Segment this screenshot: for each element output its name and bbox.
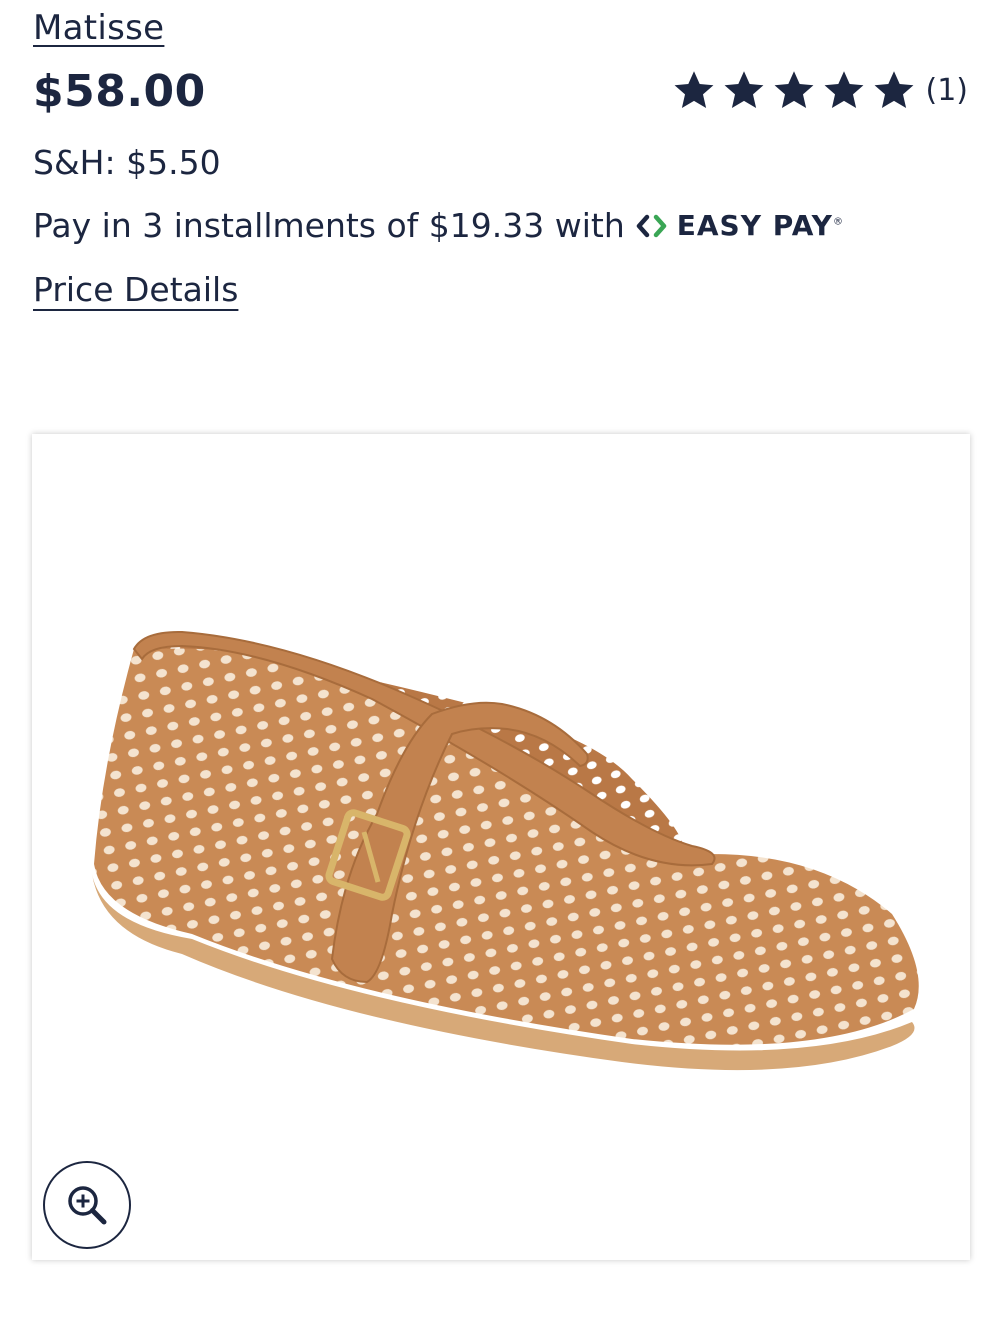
shipping-handling: S&H: $5.50	[33, 143, 221, 182]
review-count[interactable]: (1)	[926, 73, 969, 108]
product-rating[interactable]: (1)	[672, 68, 969, 112]
product-price: $58.00	[33, 66, 206, 117]
price-details-link[interactable]: Price Details	[33, 270, 238, 309]
easy-pay-chevrons-icon	[636, 214, 666, 237]
product-image-shoe[interactable]	[32, 434, 970, 1260]
star-icon	[824, 71, 863, 108]
installments-info: Pay in 3 installments of $19.33 with EAS…	[33, 206, 844, 245]
brand-link[interactable]: Matisse	[33, 8, 164, 48]
star-icon	[874, 71, 913, 108]
star-icon	[774, 71, 813, 108]
product-image-card[interactable]	[32, 434, 970, 1260]
rating-stars	[672, 68, 916, 112]
star-icon	[724, 71, 763, 108]
installments-text: Pay in 3 installments of $19.33 with	[33, 206, 625, 245]
star-icon	[674, 71, 713, 108]
easy-pay-logo: EASY PAY®	[635, 209, 844, 242]
zoom-in-icon	[68, 1186, 107, 1225]
zoom-button[interactable]	[43, 1161, 131, 1249]
easy-pay-label: EASY PAY®	[676, 209, 844, 242]
